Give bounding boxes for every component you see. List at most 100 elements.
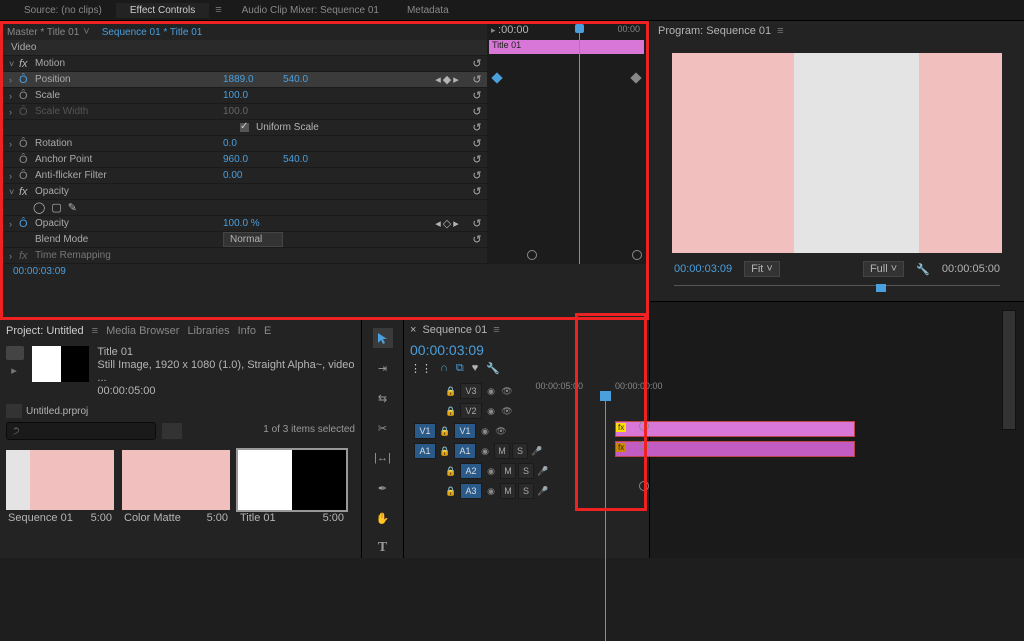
wrench-icon[interactable]: 🔧 (916, 263, 930, 276)
track-v3[interactable]: V3 (460, 383, 482, 399)
reset-icon[interactable]: ↺ (467, 57, 487, 70)
solo-button[interactable]: S (518, 483, 534, 499)
playhead[interactable] (605, 391, 606, 641)
blend-mode-select[interactable]: Normal (223, 232, 283, 247)
rect-mask-icon[interactable]: ▢ (51, 201, 61, 214)
search-input[interactable] (6, 422, 156, 440)
add-keyframe-icon[interactable]: ◆ (443, 73, 451, 86)
add-keyframe-icon[interactable]: ◇ (443, 217, 451, 230)
program-monitor[interactable] (672, 53, 1002, 253)
project-item[interactable]: Sequence 015:00 (6, 450, 114, 526)
lock-icon[interactable]: 🔒 (444, 386, 458, 397)
expand-icon[interactable]: › (9, 75, 19, 85)
tab-effects[interactable]: E (264, 325, 271, 337)
tab-audio-mixer[interactable]: Audio Clip Mixer: Sequence 01 (228, 3, 393, 18)
play-preview-icon[interactable]: ▸ (6, 364, 22, 376)
reset-icon[interactable]: ↺ (467, 217, 487, 230)
scroll-handle[interactable] (527, 250, 537, 260)
eye-icon[interactable]: 👁 (500, 406, 514, 417)
clip-v2[interactable]: fx (615, 421, 855, 437)
rotation-value[interactable]: 0.0 (223, 138, 283, 149)
expand-icon[interactable]: › (9, 107, 19, 117)
keyframe-diamond[interactable] (491, 72, 502, 83)
track-v1[interactable]: V1 (454, 423, 476, 439)
toggle-output-icon[interactable]: ◉ (478, 446, 492, 457)
track-select-tool[interactable]: ⇥ (373, 358, 393, 378)
resolution-select[interactable]: Full ˅ (863, 261, 904, 277)
panel-menu-icon[interactable]: ≡ (493, 324, 499, 336)
position-y[interactable]: 540.0 (283, 74, 343, 85)
bin-icon[interactable] (6, 404, 22, 418)
selection-tool[interactable] (373, 328, 393, 348)
mute-button[interactable]: M (500, 463, 516, 479)
tab-info[interactable]: Info (238, 325, 256, 337)
reset-icon[interactable]: ↺ (467, 169, 487, 182)
prev-keyframe-icon[interactable]: ◂ (435, 73, 441, 86)
anchor-y[interactable]: 540.0 (283, 154, 343, 165)
toggle-output-icon[interactable]: ◉ (484, 466, 498, 477)
playhead[interactable] (579, 24, 580, 264)
stopwatch-icon[interactable]: Ô (19, 218, 33, 230)
scale-value[interactable]: 100.0 (223, 90, 283, 101)
tab-effect-controls[interactable]: Effect Controls (116, 3, 209, 18)
track-v2[interactable]: V2 (460, 403, 482, 419)
voice-icon[interactable]: 🎤 (536, 486, 550, 497)
position-x[interactable]: 1889.0 (223, 74, 283, 85)
panel-menu-icon[interactable]: ≡ (92, 325, 98, 337)
zoom-select[interactable]: Fit ˅ (744, 261, 780, 277)
solo-button[interactable]: S (518, 463, 534, 479)
mute-button[interactable]: M (500, 483, 516, 499)
voice-icon[interactable]: 🎤 (536, 466, 550, 477)
toggle-output-icon[interactable]: ◉ (484, 406, 498, 417)
snap-icon[interactable]: ∩ (440, 362, 448, 375)
timecode-display[interactable]: 00:00:03:09 (410, 342, 643, 358)
clip-v1[interactable]: fx (615, 441, 855, 457)
toggle-output-icon[interactable]: ◉ (478, 426, 492, 437)
track-a1[interactable]: A1 (454, 443, 476, 459)
project-item[interactable]: Color Matte5:00 (122, 450, 230, 526)
eye-icon[interactable]: 👁 (494, 426, 508, 437)
scroll-handle[interactable] (639, 481, 649, 491)
scroll-handle[interactable] (639, 421, 649, 431)
stopwatch-icon[interactable]: Ô (19, 138, 33, 150)
reset-icon[interactable]: ↺ (467, 153, 487, 166)
dropdown-icon[interactable]: ˅ (83, 26, 89, 38)
pen-tool[interactable]: ✒ (373, 478, 393, 498)
reset-icon[interactable]: ↺ (467, 73, 487, 86)
motion-label[interactable]: Motion (33, 58, 223, 69)
panel-menu-icon[interactable]: ≡ (215, 4, 221, 16)
stopwatch-icon[interactable]: Ô (19, 90, 33, 102)
playhead-marker[interactable] (876, 284, 886, 292)
clip-bar[interactable]: Title 01 (489, 40, 644, 54)
source-v1[interactable]: V1 (414, 423, 436, 439)
pen-mask-icon[interactable]: ✎ (68, 201, 77, 214)
lock-icon[interactable]: 🔒 (444, 406, 458, 417)
reset-icon[interactable]: ↺ (467, 121, 487, 134)
voice-icon[interactable]: 🎤 (530, 446, 544, 457)
project-item[interactable]: Title 015:00 (238, 450, 346, 526)
linked-selection-icon[interactable]: ⧉ (456, 362, 464, 375)
time-remap-label[interactable]: Time Remapping (33, 250, 223, 261)
tab-sequence[interactable]: Sequence 01 (422, 324, 487, 336)
hand-tool[interactable]: ✋ (373, 508, 393, 528)
expand-icon[interactable]: › (9, 91, 19, 101)
lock-icon[interactable]: 🔒 (444, 466, 458, 477)
eye-icon[interactable]: 👁 (500, 386, 514, 397)
slip-tool[interactable]: |↔| (373, 448, 393, 468)
uniform-scale-checkbox[interactable] (239, 122, 250, 133)
mute-button[interactable]: M (494, 443, 510, 459)
reset-icon[interactable]: ↺ (467, 105, 487, 118)
anchor-x[interactable]: 960.0 (223, 154, 283, 165)
expand-icon[interactable]: › (9, 251, 19, 261)
expand-icon[interactable]: ˅ (9, 187, 19, 197)
timeline-tracks-area[interactable]: 00:00:00:00 00:00:05:00 fx fx (575, 381, 643, 501)
scroll-handle[interactable] (639, 441, 649, 451)
ripple-edit-tool[interactable]: ⇆ (373, 388, 393, 408)
lock-icon[interactable]: 🔒 (444, 486, 458, 497)
toggle-output-icon[interactable]: ◉ (484, 386, 498, 397)
clip-sequence-label[interactable]: Sequence 01 * Title 01 (102, 27, 203, 38)
opacity-value[interactable]: 100.0 % (223, 218, 283, 229)
effect-controls-timeline[interactable]: ▸ :00:00 00:00 Title 01 (487, 24, 646, 264)
tab-source[interactable]: Source: (no clips) (10, 3, 116, 18)
markers-icon[interactable]: ♥ (472, 362, 479, 375)
